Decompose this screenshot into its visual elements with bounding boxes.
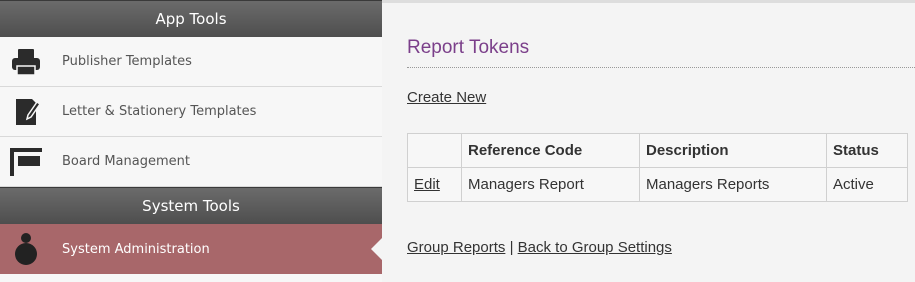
- title-divider: [407, 67, 915, 68]
- sidebar-item-publisher-templates[interactable]: Publisher Templates: [0, 37, 382, 87]
- column-header-reference-code: Reference Code: [461, 133, 640, 168]
- main-content: Report Tokens Create New Reference Code …: [382, 0, 915, 282]
- row-action-cell: Edit: [407, 167, 462, 202]
- sidebar-item-system-administration[interactable]: System Administration: [0, 224, 383, 274]
- back-to-group-settings-link[interactable]: Back to Group Settings: [518, 239, 672, 256]
- column-header-action: [407, 133, 462, 168]
- board-icon: [6, 142, 46, 182]
- create-new-link[interactable]: Create New: [407, 89, 486, 106]
- group-reports-link[interactable]: Group Reports: [407, 239, 505, 256]
- system-tools-header: System Tools: [0, 187, 382, 224]
- sidebar-item-board-management[interactable]: Board Management: [0, 137, 382, 187]
- printer-icon: [6, 42, 46, 82]
- edit-link[interactable]: Edit: [414, 176, 440, 193]
- sidebar-item-label: System Administration: [62, 241, 210, 257]
- reference-code-cell: Managers Report: [461, 167, 640, 202]
- column-header-description: Description: [639, 133, 827, 168]
- status-cell: Active: [826, 167, 908, 202]
- column-header-status: Status: [826, 133, 908, 168]
- page-title: Report Tokens: [407, 37, 530, 58]
- letter-pen-icon: [6, 92, 46, 132]
- sidebar-item-label: Letter & Stationery Templates: [62, 104, 257, 119]
- table-header-row: Reference Code Description Status: [407, 133, 908, 168]
- app-tools-header: App Tools: [0, 0, 382, 37]
- link-separator: |: [509, 239, 514, 256]
- table-row: Edit Managers Report Managers Reports Ac…: [407, 167, 908, 202]
- description-cell: Managers Reports: [639, 167, 827, 202]
- sidebar-item-label: Publisher Templates: [62, 54, 192, 69]
- report-tokens-table: Reference Code Description Status Edit M…: [407, 133, 908, 202]
- sidebar-item-label: Board Management: [62, 154, 190, 169]
- sidebar: App Tools Publisher Templates Letter & S…: [0, 0, 383, 282]
- sidebar-item-letter-stationery-templates[interactable]: Letter & Stationery Templates: [0, 87, 382, 137]
- footer-links: Group Reports | Back to Group Settings: [407, 239, 672, 256]
- admin-user-icon: [6, 229, 46, 269]
